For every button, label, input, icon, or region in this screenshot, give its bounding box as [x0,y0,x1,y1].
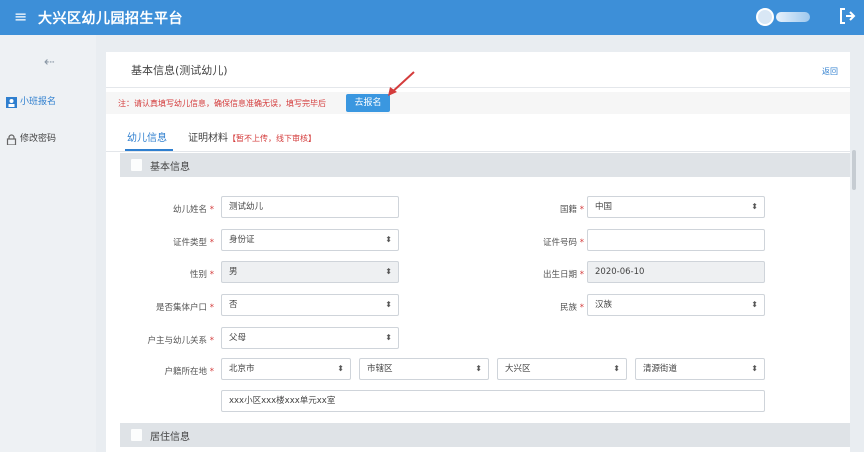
back-link[interactable]: 返回 [822,66,838,77]
avatar[interactable] [756,8,774,26]
id-type-select[interactable]: 身份证 [221,229,399,251]
nationality-select[interactable]: 中国 [587,196,765,218]
main-panel: 基本信息(测试幼儿) 返回 注：请认真填写幼儿信息，确保信息准确无误，填写完毕后… [106,52,850,452]
section-title: 基本信息 [150,162,190,173]
sidebar-item-label: 修改密码 [20,134,57,144]
label-nationality: 国籍 * [560,205,584,215]
hukou-street-select[interactable]: 清源街道 [635,358,765,380]
document-icon [131,159,142,171]
notice-bar: 注：请认真填写幼儿信息，确保信息准确无误，填写完毕后 去报名 [106,71,850,114]
hukou-district-type-select[interactable]: 市辖区 [359,358,489,380]
tab-note: 【暂不上传，线下审核】 [228,134,316,143]
ethnicity-select[interactable]: 汉族 [587,294,765,316]
sidebar: ⇠ 小班报名 修改密码 [0,35,96,452]
label-gender: 性别 * [190,270,214,280]
collective-hukou-select[interactable]: 否 [221,294,399,316]
hukou-district-select[interactable]: 大兴区 [497,358,627,380]
label-child-name: 幼儿姓名 * [173,205,214,215]
tab-label: 证明材料 [188,133,228,144]
user-name-pill[interactable] [776,12,810,22]
label-ethnicity: 民族 * [560,303,584,313]
tab-child-info[interactable]: 幼儿信息 [125,129,173,151]
tab-proof-materials[interactable]: 证明材料【暂不上传，线下审核】 [188,129,316,144]
home-icon [131,429,142,441]
section-header-basic-info: 基本信息 [120,153,850,177]
lock-icon [6,133,17,145]
section-title: 居住信息 [150,432,190,443]
birth-date-input[interactable]: 2020-06-10 [587,261,765,283]
top-bar: ≡ 大兴区幼儿园招生平台 [0,0,864,35]
logout-icon[interactable] [838,6,856,26]
collapse-sidebar-icon[interactable]: ⇠ [44,55,55,70]
page-title: 基本信息(测试幼儿) [131,64,228,77]
gender-select[interactable]: 男 [221,261,399,283]
hukou-city-select[interactable]: 北京市 [221,358,351,380]
section-header-residence-info: 居住信息 [120,423,850,447]
menu-icon[interactable]: ≡ [14,7,27,27]
notice-text: 注：请认真填写幼儿信息，确保信息准确无误，填写完毕后 [118,99,326,108]
scrollbar-thumb[interactable] [852,150,856,190]
hukou-address-input[interactable]: xxx小区xxx楼xxx单元xx室 [221,390,765,412]
sidebar-item-change-password[interactable]: 修改密码 [6,130,56,148]
label-birth-date: 出生日期 * [543,270,584,280]
label-hukou-location: 户籍所在地 * [164,367,214,377]
tab-bar: 幼儿信息 证明材料【暂不上传，线下审核】 [106,122,850,152]
sidebar-item-label: 小班报名 [20,97,57,107]
id-number-input[interactable] [587,229,765,251]
label-id-type: 证件类型 * [173,238,214,248]
label-collective-hukou: 是否集体户口 * [156,303,214,313]
user-icon [6,96,17,108]
household-relation-select[interactable]: 父母 [221,327,399,349]
label-household-relation: 户主与幼儿关系 * [147,336,214,346]
red-arrow-annotation [388,71,415,96]
app-title: 大兴区幼儿园招生平台 [38,11,183,27]
sidebar-item-kindergarten-registration[interactable]: 小班报名 [6,93,56,111]
label-id-number: 证件号码 * [543,238,584,248]
divider [106,87,850,88]
child-name-input[interactable]: 测试幼儿 [221,196,399,218]
